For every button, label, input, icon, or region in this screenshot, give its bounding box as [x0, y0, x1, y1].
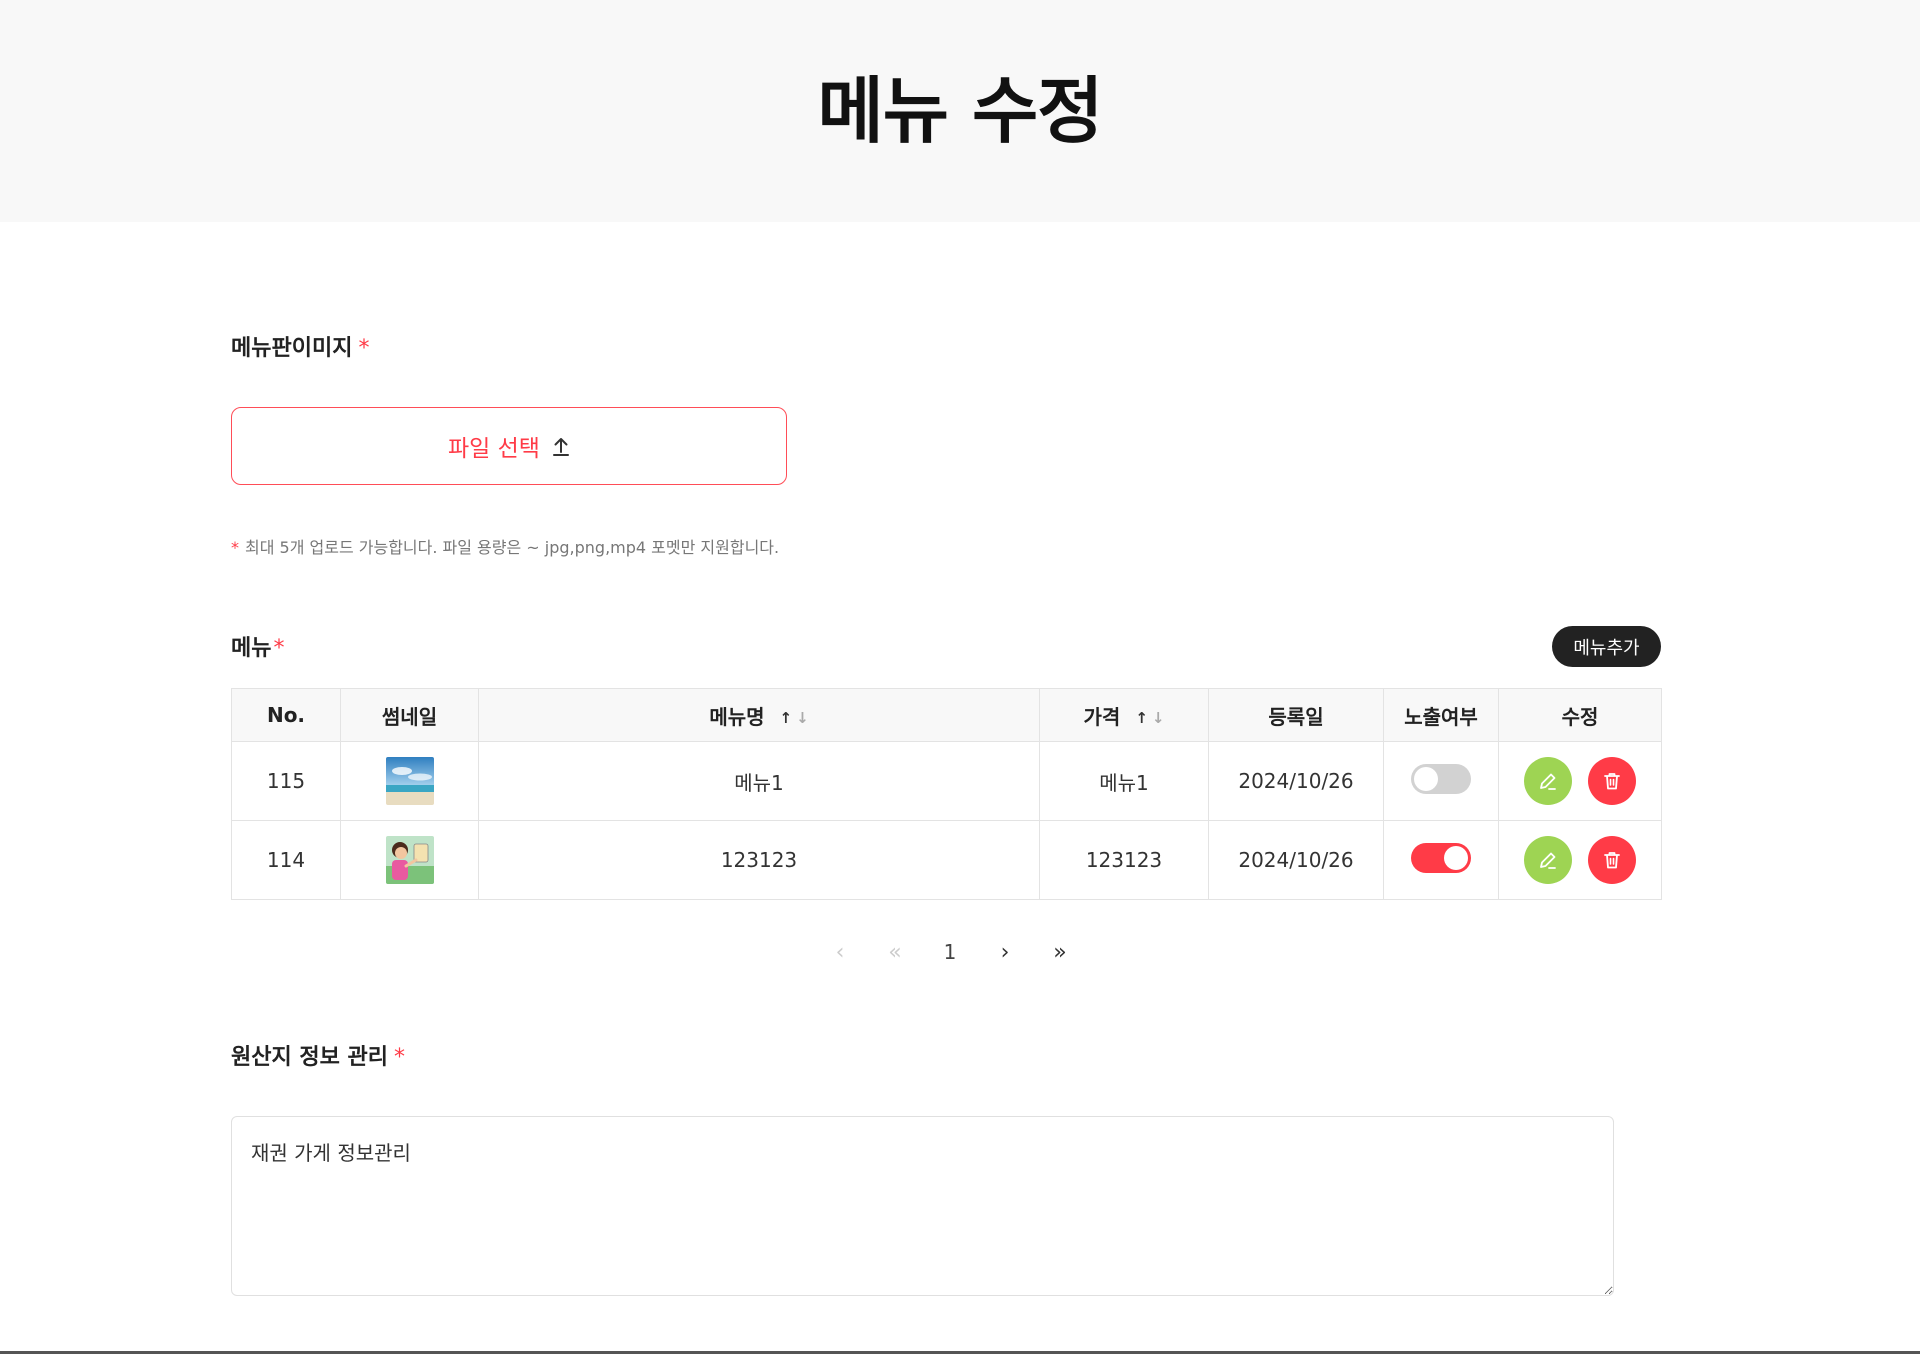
cell-actions	[1498, 741, 1662, 821]
add-menu-button[interactable]: 메뉴추가	[1552, 626, 1661, 667]
cell-no: 115	[231, 741, 341, 821]
origin-info-label-text: 원산지 정보 관리	[231, 1045, 388, 1070]
column-header-edit: 수정	[1498, 688, 1662, 742]
pagination: ‹ « 1 › »	[820, 932, 1080, 972]
menu-table: No. 썸네일 메뉴명 ↑ ↓ 가격 ↑ ↓ 등록일 노출여부 수정 115 메…	[231, 688, 1662, 900]
column-header-price: 가격 ↑ ↓	[1039, 688, 1209, 742]
cell-thumbnail	[340, 741, 479, 821]
file-select-label: 파일 선택	[448, 436, 540, 462]
cell-date: 2024/10/26	[1208, 820, 1384, 900]
menu-label: 메뉴*	[231, 630, 284, 662]
page-title: 메뉴 수정	[817, 69, 1103, 153]
sort-ascending-icon[interactable]: ↑	[780, 709, 793, 727]
menu-image-label-text: 메뉴판이미지	[231, 336, 353, 361]
table-row: 115 메뉴1 메뉴1 2024/10/26	[231, 741, 1662, 821]
next-page-icon[interactable]: ›	[985, 940, 1025, 965]
column-header-date: 등록일	[1208, 688, 1384, 742]
menu-label-text: 메뉴	[231, 636, 272, 661]
note-text: 최대 5개 업로드 가능합니다. 파일 용량은 ~ jpg,png,mp4 포멧…	[245, 538, 780, 557]
toggle-knob	[1414, 766, 1438, 791]
edit-button[interactable]	[1523, 757, 1572, 805]
column-header-no: No.	[231, 688, 341, 742]
note-star: *	[231, 538, 239, 557]
last-page-icon[interactable]: »	[1040, 940, 1080, 965]
delete-button[interactable]	[1588, 757, 1637, 805]
column-header-thumbnail: 썸네일	[340, 688, 479, 742]
trash-icon	[1604, 773, 1621, 790]
file-select-button[interactable]: 파일 선택	[231, 407, 787, 485]
column-header-name: 메뉴명 ↑ ↓	[478, 688, 1040, 742]
visibility-toggle-off[interactable]	[1411, 763, 1471, 794]
name-sort-controls: ↑ ↓	[780, 709, 809, 727]
beach-thumbnail-image	[385, 757, 434, 805]
prev-page-icon[interactable]: ‹	[820, 940, 860, 965]
sort-ascending-icon[interactable]: ↑	[1135, 709, 1148, 727]
visibility-toggle-on[interactable]	[1411, 842, 1471, 873]
cell-date: 2024/10/26	[1208, 741, 1384, 821]
origin-info-textarea[interactable]: 재권 가게 정보관리	[231, 1116, 1614, 1296]
cell-name: 123123	[478, 820, 1040, 900]
toggle-knob	[1444, 845, 1468, 870]
page-number-1[interactable]: 1	[930, 940, 970, 964]
required-mark: *	[273, 636, 285, 661]
column-header-visibility: 노출여부	[1383, 688, 1499, 742]
cell-name: 메뉴1	[478, 741, 1040, 821]
sort-descending-icon[interactable]: ↓	[796, 709, 809, 727]
cell-visibility	[1383, 820, 1499, 900]
pencil-icon	[1539, 852, 1556, 869]
origin-info-label: 원산지 정보 관리 *	[231, 1039, 405, 1071]
column-header-price-label: 가격	[1083, 704, 1121, 729]
required-mark: *	[358, 336, 370, 361]
required-mark: *	[394, 1045, 405, 1070]
price-sort-controls: ↑ ↓	[1135, 709, 1164, 727]
cell-visibility	[1383, 741, 1499, 821]
first-page-icon[interactable]: «	[875, 940, 915, 965]
cell-thumbnail	[340, 820, 479, 900]
menu-image-label: 메뉴판이미지 *	[231, 330, 369, 362]
cell-actions	[1498, 820, 1662, 900]
page-header: 메뉴 수정	[0, 0, 1920, 222]
cell-price: 123123	[1039, 820, 1209, 900]
table-header-row: No. 썸네일 메뉴명 ↑ ↓ 가격 ↑ ↓ 등록일 노출여부 수정	[231, 688, 1662, 742]
edit-button[interactable]	[1523, 836, 1572, 884]
cell-no: 114	[231, 820, 341, 900]
pencil-icon	[1539, 773, 1556, 790]
sort-descending-icon[interactable]: ↓	[1152, 709, 1165, 727]
cartoon-thumbnail-image	[385, 836, 434, 884]
delete-button[interactable]	[1588, 836, 1637, 884]
upload-note: * 최대 5개 업로드 가능합니다. 파일 용량은 ~ jpg,png,mp4 포…	[231, 534, 779, 558]
upload-icon	[552, 435, 570, 457]
trash-icon	[1604, 852, 1621, 869]
table-row: 114 123123 123123 2024/10/26	[231, 820, 1662, 900]
column-header-name-label: 메뉴명	[709, 704, 765, 729]
cell-price: 메뉴1	[1039, 741, 1209, 821]
